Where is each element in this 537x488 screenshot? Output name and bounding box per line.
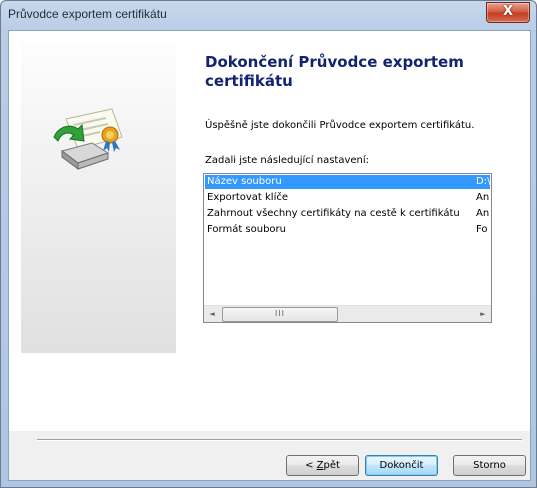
back-label: pět (323, 460, 340, 471)
success-message: Úspěšně jste dokončili Průvodce exportem… (205, 120, 475, 131)
wizard-side-panel (21, 43, 176, 353)
setting-value: An (476, 208, 490, 219)
dialog-window: Průvodce exportem certifikátu X Dokončen… (0, 0, 537, 488)
certificate-export-icon (53, 108, 123, 170)
scroll-left-arrow-icon[interactable]: ◄ (204, 306, 220, 322)
back-accelerator: Z (316, 460, 324, 471)
close-button[interactable]: X (486, 2, 530, 23)
setting-name: Název souboru (207, 176, 282, 187)
list-item[interactable]: Exportovat klíče An (205, 191, 490, 205)
back-prefix: < (305, 460, 317, 471)
setting-value: An (476, 192, 490, 203)
setting-value: D:\ (476, 176, 490, 187)
setting-name: Formát souboru (207, 224, 286, 235)
settings-listbox[interactable]: Název souboru D:\ Exportovat klíče An Za… (203, 173, 492, 323)
close-icon: X (502, 4, 514, 19)
list-item[interactable]: Název souboru D:\ (205, 175, 490, 189)
setting-name: Exportovat klíče (207, 192, 288, 203)
button-separator (37, 439, 522, 441)
finish-button[interactable]: Dokončit (365, 455, 438, 476)
title-bar[interactable]: Průvodce exportem certifikátu X (1, 1, 536, 31)
setting-name: Zahrnout všechny certifikáty na cestě k … (207, 208, 460, 219)
setting-value: Fo (476, 224, 488, 235)
scrollbar-thumb[interactable]: III (222, 307, 338, 322)
wizard-page: Dokončení Průvodce exportem certifikátu … (9, 31, 530, 431)
grip-icon: III (274, 309, 286, 318)
cancel-button[interactable]: Storno (453, 455, 526, 476)
scroll-right-arrow-icon[interactable]: ► (475, 306, 491, 322)
list-item[interactable]: Zahrnout všechny certifikáty na cestě k … (205, 207, 490, 221)
dialog-client-area: Dokončení Průvodce exportem certifikátu … (8, 30, 531, 481)
page-title: Dokončení Průvodce exportem certifikátu (205, 53, 464, 90)
back-button[interactable]: < Zpět (286, 455, 359, 476)
list-item[interactable]: Formát souboru Fo (205, 223, 490, 237)
horizontal-scrollbar[interactable]: ◄ III ► (204, 305, 491, 322)
settings-label: Zadali jste následující nastavení: (205, 155, 370, 166)
window-title: Průvodce exportem certifikátu (8, 7, 167, 21)
